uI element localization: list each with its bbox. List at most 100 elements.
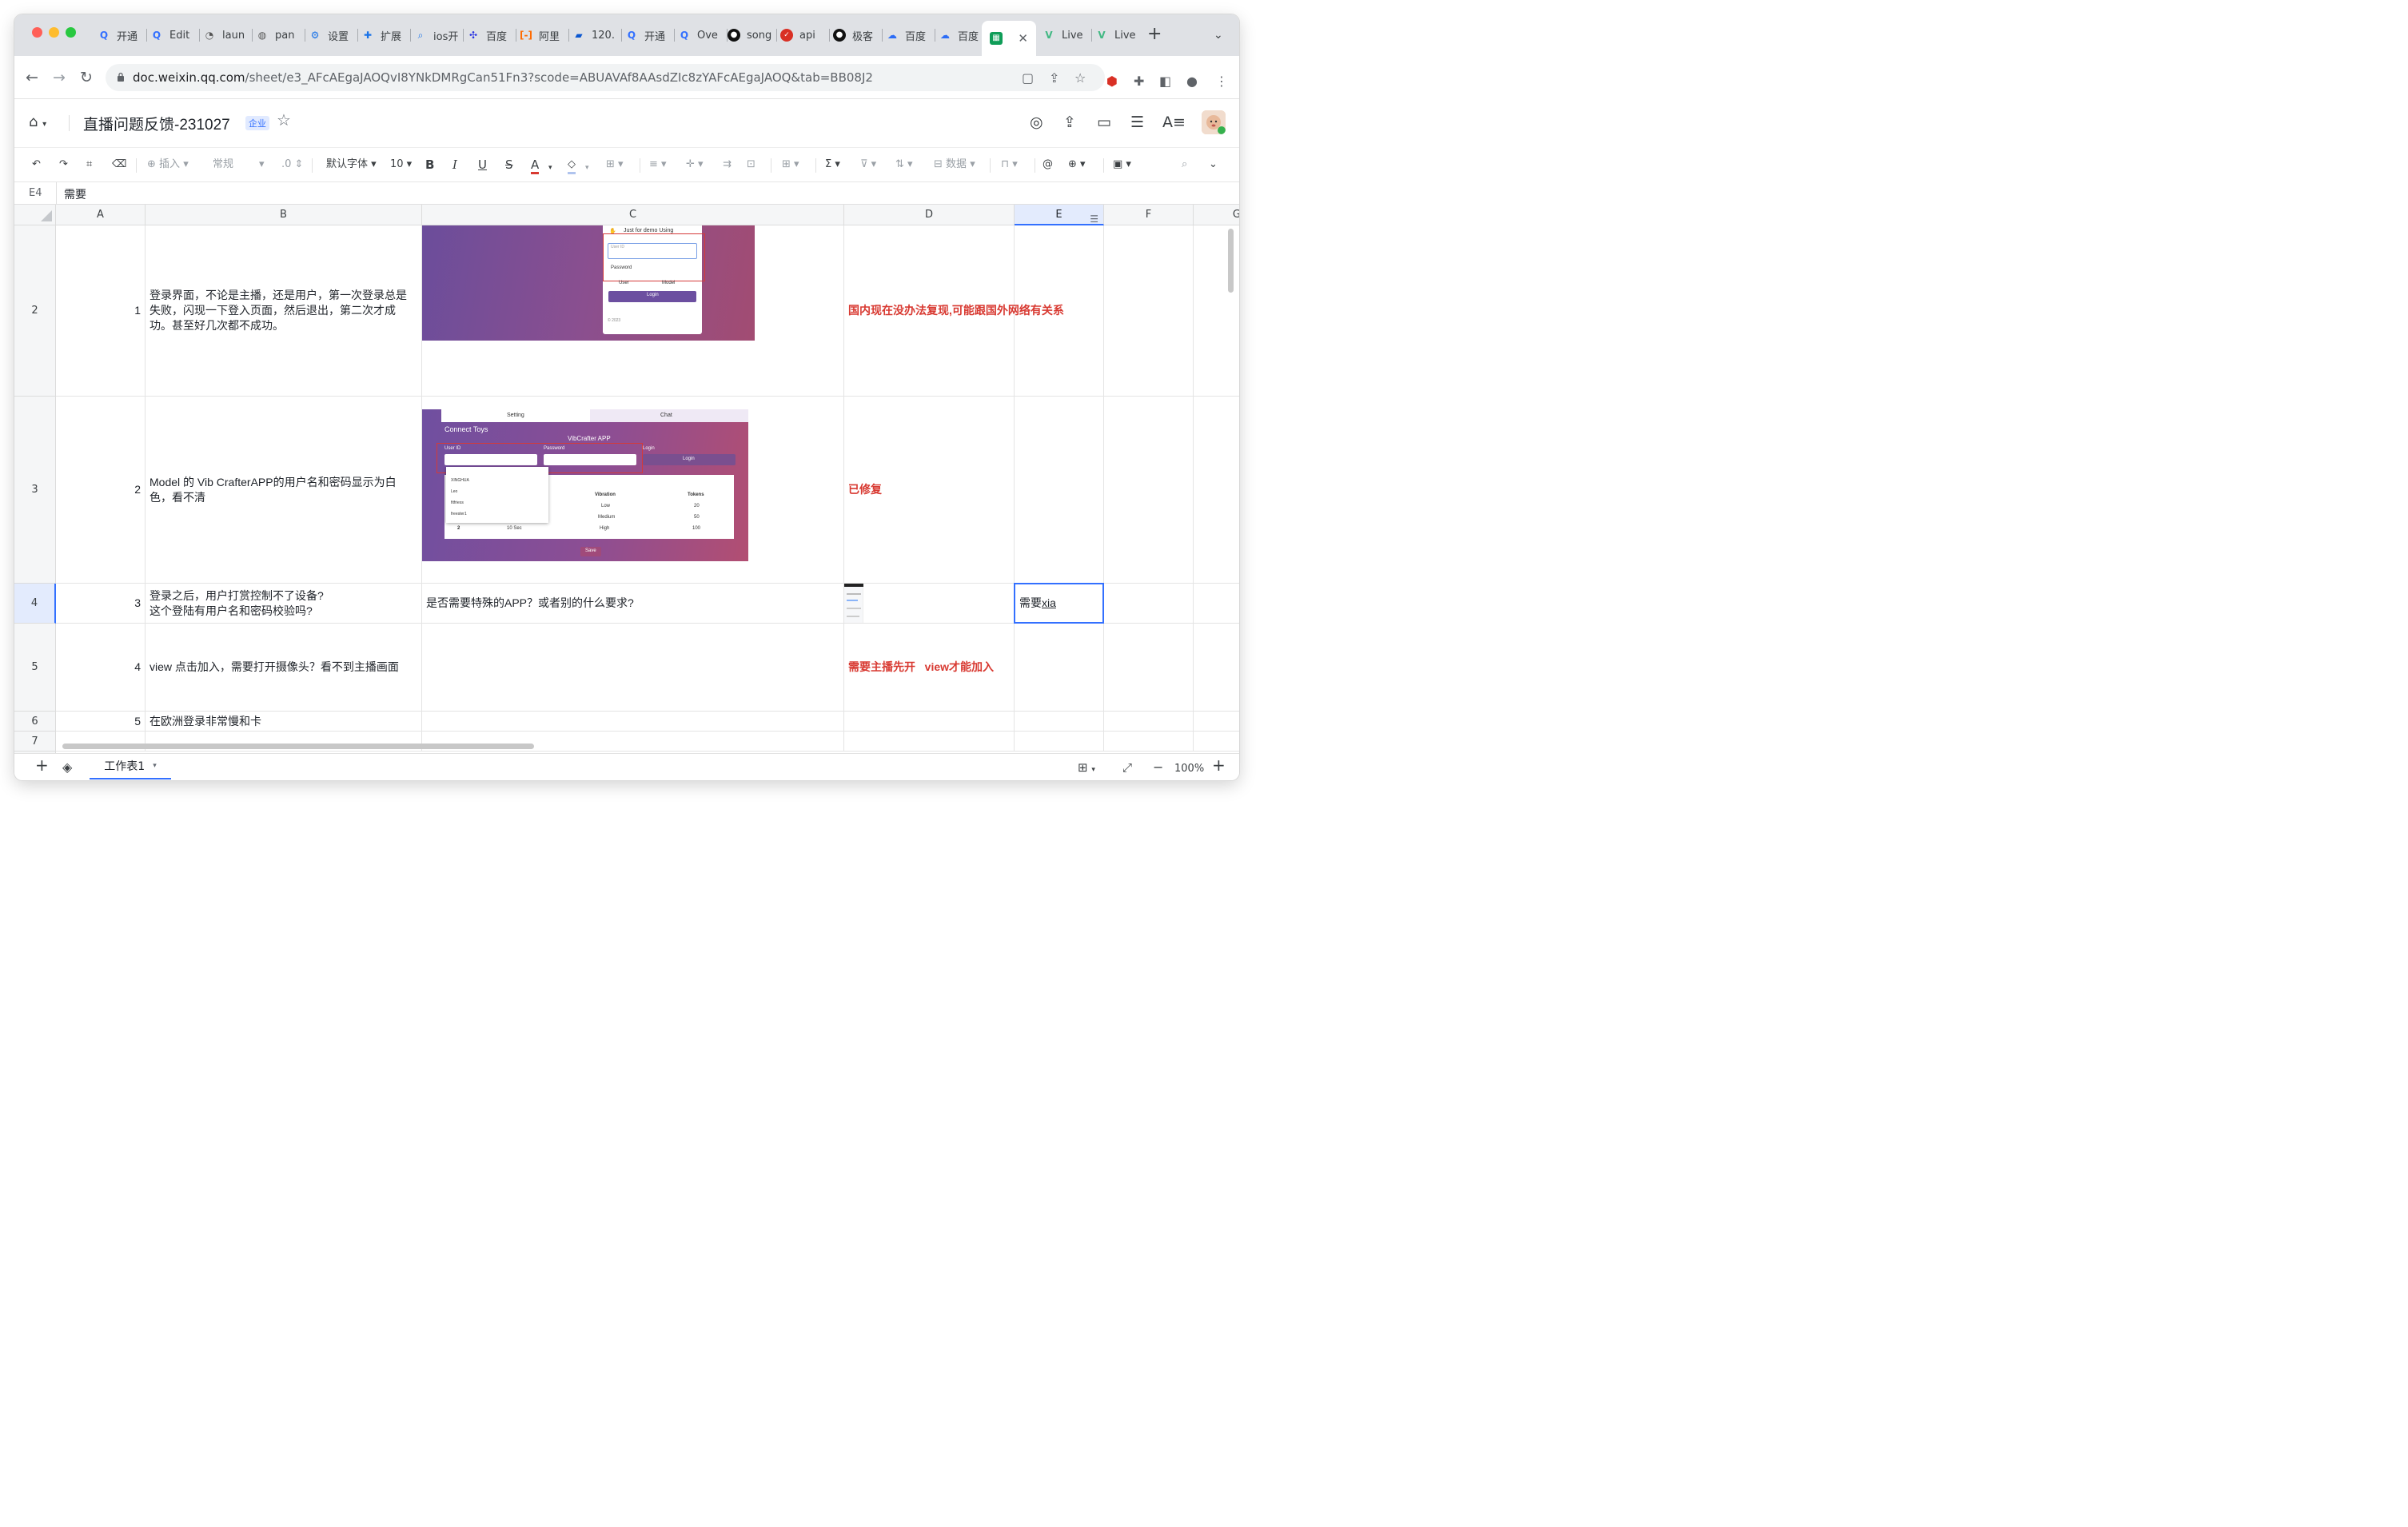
browser-tab[interactable]: ◍ pan	[256, 24, 305, 46]
bold-button[interactable]: B	[425, 157, 434, 172]
avatar[interactable]	[1202, 110, 1226, 134]
sum-icon[interactable]: Σ ▾	[825, 157, 840, 172]
issue-cell[interactable]: 登录之后，用户打赏控制不了设备? 这个登陆有用户名和密码校验吗?	[146, 584, 422, 624]
issue-cell[interactable]: 登录界面，不论是主播，还是用户，第一次登录总是失败，闪现一下登入页面，然后退出，…	[146, 225, 422, 397]
chevron-down-icon[interactable]: ▾	[548, 161, 552, 175]
status-cell[interactable]: 国内现在没办法复现,可能跟国外网络有关系	[844, 225, 1064, 397]
font-color-button[interactable]: A	[531, 157, 540, 174]
column-header-g[interactable]: G	[1194, 205, 1239, 225]
profile-icon[interactable]: ●	[1186, 74, 1198, 89]
grid-cell[interactable]	[1104, 712, 1194, 732]
menu-list-icon[interactable]: ☰	[1130, 114, 1144, 131]
browser-tab[interactable]: ● song	[728, 24, 777, 46]
formula-input[interactable]: 需要	[64, 186, 86, 202]
wrap-text-icon[interactable]: ⇉	[723, 157, 732, 172]
border-icon[interactable]: ⊞ ▾	[606, 157, 624, 172]
format-painter-icon[interactable]: ⌗	[86, 157, 92, 172]
index-cell[interactable]: 2	[56, 397, 146, 584]
browser-tab[interactable]: ⌕ ios开	[414, 24, 464, 46]
status-cell[interactable]: 需要主播先开 view才能加入	[844, 624, 1015, 712]
zoom-window-button[interactable]	[66, 27, 76, 38]
underline-button[interactable]: U	[478, 157, 487, 172]
select-all-corner[interactable]	[14, 205, 56, 225]
browser-tab[interactable]: ☁ 百度	[886, 24, 935, 46]
grid-cell[interactable]	[1194, 584, 1239, 624]
reply-cell[interactable]: 是否需要特殊的APP？或者别的什么要求?	[422, 584, 844, 624]
font-family-select[interactable]: 默认字体 ▾	[326, 157, 377, 172]
grid-cell[interactable]	[844, 712, 1015, 732]
forward-arrow-icon[interactable]: →	[53, 70, 66, 86]
row-header-2[interactable]: 2	[14, 225, 56, 397]
view-mode-icon[interactable]: ▣ ▾	[1113, 157, 1131, 172]
active-cell-editor[interactable]: 需要 xia	[1014, 583, 1104, 624]
row-header-5[interactable]: 5	[14, 624, 56, 712]
browser-tab[interactable]: ● 极客	[833, 24, 883, 46]
browser-tab[interactable]: V Live	[1095, 24, 1145, 46]
collapse-chevron-icon[interactable]: ⌄	[1209, 157, 1218, 172]
issue-cell[interactable]: Model 的 Vib CrafterAPP的用户名和密码显示为白色，看不清	[146, 397, 422, 584]
tab-search-chevron-icon[interactable]: ⌄	[1214, 29, 1223, 42]
add-comment-icon[interactable]: ⊕ ▾	[1068, 157, 1086, 172]
thumbnail-cell[interactable]	[844, 584, 1015, 624]
redo-icon[interactable]: ↷	[59, 157, 68, 172]
zoom-in-plus-icon[interactable]: +	[1212, 757, 1226, 773]
protect-lock-icon[interactable]: ⊓ ▾	[1001, 157, 1018, 172]
cell-reference[interactable]: E4	[29, 187, 42, 199]
column-header-a[interactable]: A	[56, 205, 146, 225]
row-header-3[interactable]: 3	[14, 397, 56, 584]
vertical-scrollbar[interactable]	[1228, 229, 1234, 293]
column-header-d[interactable]: D	[844, 205, 1015, 225]
grid-cell[interactable]	[1015, 732, 1104, 752]
grid-cell[interactable]	[1015, 225, 1104, 397]
number-format-select[interactable]: 常规 ▾	[213, 157, 269, 172]
row-header-6[interactable]: 6	[14, 712, 56, 732]
new-tab-plus-icon[interactable]: +	[1147, 26, 1162, 43]
back-arrow-icon[interactable]: ←	[26, 70, 38, 86]
browser-tab[interactable]: Q Ove	[678, 24, 728, 46]
grid-cell[interactable]	[1015, 624, 1104, 712]
share-export-icon[interactable]: ⇪	[1063, 114, 1076, 131]
horizontal-scrollbar[interactable]	[62, 744, 534, 749]
grid-cell[interactable]	[1194, 397, 1239, 584]
browser-tab[interactable]: ☁ 百度	[939, 24, 988, 46]
grid-cell[interactable]	[1104, 225, 1194, 397]
text-style-icon[interactable]: A≡	[1162, 114, 1186, 131]
address-bar[interactable]: doc.weixin.qq.com/sheet/e3_AFcAEgaJAOQvI…	[106, 64, 1105, 91]
index-cell[interactable]: 3	[56, 584, 146, 624]
view-eye-icon[interactable]: ◎	[1030, 114, 1043, 131]
favorite-star-icon[interactable]: ☆	[277, 110, 291, 130]
browser-tab[interactable]: Q 开通	[98, 24, 147, 46]
index-cell[interactable]: 1	[56, 225, 146, 397]
document-title[interactable]: 直播问题反馈-231027	[83, 113, 230, 134]
grid-cell[interactable]	[1194, 624, 1239, 712]
row-header-7[interactable]: 7	[14, 732, 56, 752]
side-panel-icon[interactable]: ◧	[1159, 74, 1171, 89]
grid-cell[interactable]	[1104, 584, 1194, 624]
app-screenshot-image[interactable]: Setting Chat Connect Toys VibCrafter APP…	[422, 409, 748, 561]
fill-color-icon[interactable]: ◇	[568, 157, 576, 174]
browser-tab[interactable]: ◔ laun	[203, 24, 253, 46]
clear-format-icon[interactable]: ⌫	[112, 157, 126, 172]
browser-tab[interactable]: ⚙ 设置	[309, 24, 358, 46]
column-header-b[interactable]: B	[146, 205, 422, 225]
undo-icon[interactable]: ↶	[32, 157, 41, 172]
freeze-icon[interactable]: ⊞ ▾	[782, 157, 799, 172]
index-cell[interactable]: 4	[56, 624, 146, 712]
reply-cell[interactable]	[422, 624, 844, 712]
grid-cell[interactable]	[844, 732, 1015, 752]
extensions-puzzle-icon[interactable]: ✚	[1134, 74, 1144, 89]
column-header-c[interactable]: C	[422, 205, 844, 225]
search-icon[interactable]: ⌕	[1182, 157, 1187, 172]
chevron-down-icon[interactable]: ▾	[153, 762, 157, 770]
close-tab-icon[interactable]: ✕	[1018, 31, 1028, 46]
issue-cell[interactable]: view 点击加入，需要打开摄像头？看不到主播画面	[146, 624, 422, 712]
browser-tab[interactable]: Q Edit	[150, 24, 200, 46]
active-browser-tab[interactable]: ▦ ✕	[982, 21, 1036, 56]
index-cell[interactable]: 5	[56, 712, 146, 732]
align-vertical-icon[interactable]: ✛ ▾	[686, 157, 704, 172]
column-header-f[interactable]: F	[1104, 205, 1194, 225]
sort-icon[interactable]: ⇅ ▾	[895, 157, 913, 172]
grid-cell[interactable]	[1015, 397, 1104, 584]
layout-grid-icon[interactable]: ⊞ ▾	[1078, 760, 1095, 778]
status-cell[interactable]: 已修复	[844, 397, 1015, 584]
